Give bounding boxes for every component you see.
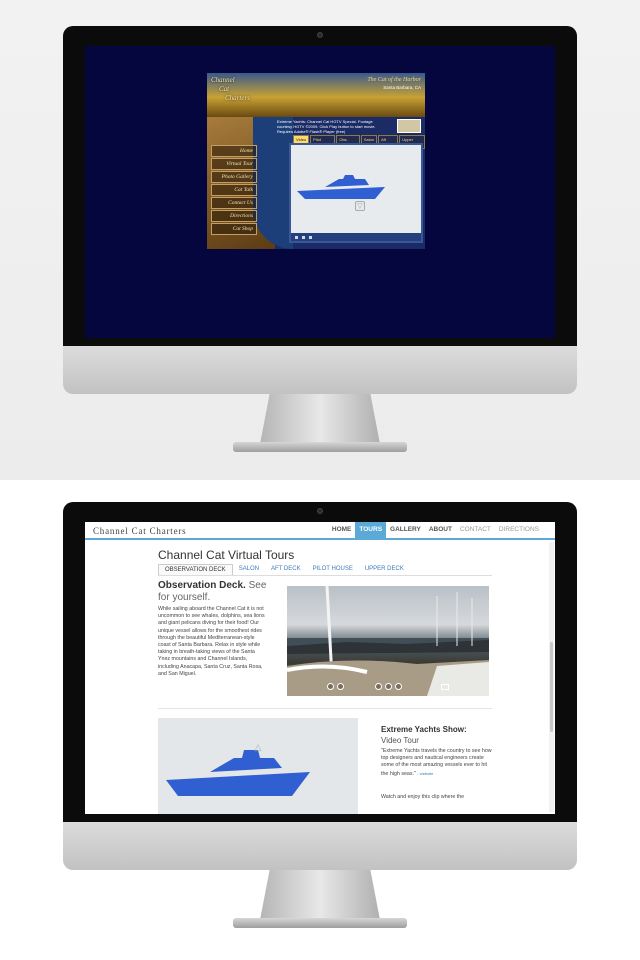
extreme-yachts-subheading: Video Tour [381,736,419,745]
old-nav-cat-talk[interactable]: Cat Talk [211,184,257,196]
logo-line: Channel [211,76,235,84]
panorama-controls [327,683,344,690]
site-brand[interactable]: Channel Cat Charters [93,526,186,536]
old-video-player[interactable]: ▽ [289,143,423,243]
old-nav-directions[interactable]: Directions [211,210,257,222]
observation-body: While sailing aboard the Channel Cat it … [158,606,265,677]
monitor-stand-neck [260,870,380,920]
logo-line: Cat [219,85,230,93]
extreme-yachts-heading: Extreme Yachts Show: [381,725,467,734]
info-icon[interactable] [375,683,382,690]
page-scrollbar[interactable] [549,542,554,812]
main-nav: HOME TOURS GALLERY ABOUT CONTACT DIRECTI… [328,522,543,538]
monitor-stand-foot [233,918,407,928]
old-site-screen: Channel Cat Charters The Cat of the Harb… [85,46,555,338]
old-video-caption: Extreme Yachts: Channel Cat HGTV Special… [277,119,376,134]
stop-control-icon[interactable] [302,235,305,239]
old-site-logo[interactable]: Channel Cat Charters [211,76,259,114]
page-title: Channel Cat Virtual Tours [158,548,295,562]
observation-deck-panorama[interactable] [287,586,489,696]
rotate-left-icon[interactable] [327,683,334,690]
yacht-silhouette [297,175,385,199]
tab-observation-deck[interactable]: OBSERVATION DECK [158,564,233,575]
extreme-yachts-video[interactable]: △ [158,718,358,814]
logo-line: Charters [225,94,250,102]
old-site-location: Santa Barbara, CA [383,85,421,90]
nav-contact[interactable]: CONTACT [456,522,495,538]
old-site-sidebar: Home Virtual Tour Photo Gallery Cat Talk… [207,117,293,249]
monitor-chin [63,346,577,394]
observation-heading: Observation Deck. See for yourself. [158,580,276,604]
sidebar-swoosh [253,117,293,249]
quote-text: "Extreme Yachts travels the country to s… [381,748,492,777]
yacht-silhouette [166,750,310,796]
monitor-chin [63,822,577,870]
scrollbar-thumb[interactable] [550,642,553,732]
old-site-tagline: The Cat of the Harbor [367,77,421,83]
play-icon[interactable]: ▽ [355,201,365,211]
next-icon[interactable] [395,683,402,690]
nav-about[interactable]: ABOUT [425,522,456,538]
tab-salon[interactable]: SALON [233,564,265,575]
rotate-right-icon[interactable] [337,683,344,690]
monitor-stand-neck [260,394,380,444]
nav-directions[interactable]: DIRECTIONS [495,522,543,538]
extreme-yachts-quote: "Extreme Yachts travels the country to s… [381,748,493,778]
nav-gallery[interactable]: GALLERY [386,522,425,538]
section-divider [158,708,492,709]
new-site-screen: Channel Cat Charters HOME TOURS GALLERY … [85,522,555,814]
old-site-header: Channel Cat Charters The Cat of the Harb… [207,73,425,117]
tab-upper-deck[interactable]: UPPER DECK [359,564,410,575]
prev-icon[interactable] [385,683,392,690]
tab-aft-deck[interactable]: AFT DECK [265,564,307,575]
old-flash-badge[interactable] [397,119,421,133]
nav-tours[interactable]: TOURS [355,522,387,538]
old-player-controls[interactable] [291,233,421,241]
tabs-underline [158,575,492,576]
volume-control-icon[interactable] [309,235,312,239]
fullscreen-icon[interactable] [441,684,449,690]
website-link[interactable]: - website [417,771,433,776]
panorama-nav-controls [375,683,402,690]
old-nav-contact-us[interactable]: Contact Us [211,197,257,209]
play-control-icon[interactable] [295,235,298,239]
monitor-stand-foot [233,442,407,452]
play-icon[interactable]: △ [252,742,264,754]
tour-tabs: OBSERVATION DECK SALON AFT DECK PILOT HO… [158,564,410,575]
tab-pilot-house[interactable]: PILOT HOUSE [307,564,359,575]
old-nav-home[interactable]: Home [211,145,257,157]
observation-heading-bold: Observation Deck. [158,580,246,591]
old-nav-photo-gallery[interactable]: Photo Gallery [211,171,257,183]
old-nav-virtual-tour[interactable]: Virtual Tour [211,158,257,170]
extreme-yachts-body: Watch and enjoy this clip where the [381,794,465,800]
old-site-nav: Home Virtual Tour Photo Gallery Cat Talk… [211,145,257,236]
camera-icon [317,32,323,38]
nav-home[interactable]: HOME [328,522,356,538]
camera-icon [317,508,323,514]
panorama-scene [287,586,489,696]
old-site-page: Channel Cat Charters The Cat of the Harb… [207,73,425,249]
site-header: Channel Cat Charters HOME TOURS GALLERY … [85,522,555,540]
old-nav-cat-shop[interactable]: Cat Shop [211,223,257,235]
